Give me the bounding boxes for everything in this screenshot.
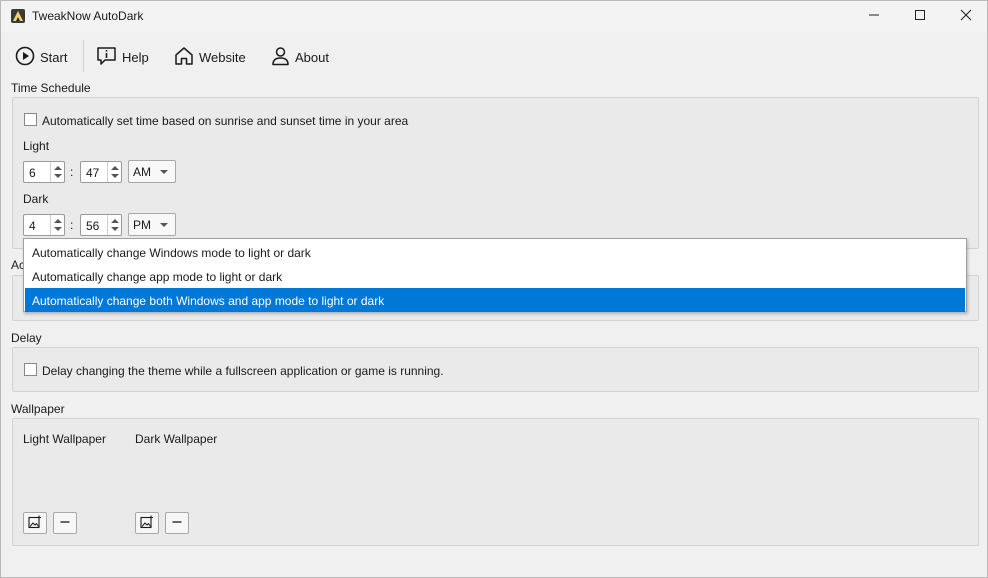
action-dropdown-list[interactable]: Automatically change Windows mode to lig…	[23, 238, 967, 312]
dark-wallpaper-label: Dark Wallpaper	[135, 432, 218, 446]
delay-heading: Delay	[11, 331, 42, 345]
light-minute-value: 47	[86, 166, 100, 180]
spin-up-icon[interactable]	[111, 166, 119, 170]
dark-minute-arrows[interactable]	[107, 215, 121, 235]
dark-hour-spinner[interactable]: 4	[23, 214, 65, 236]
help-label: Help	[122, 49, 149, 65]
dark-hour-value: 4	[29, 219, 36, 233]
spin-down-icon[interactable]	[111, 174, 119, 178]
minus-icon	[59, 516, 71, 531]
dark-label: Dark	[23, 192, 49, 206]
title-bar[interactable]: TweakNow AutoDark	[1, 1, 987, 32]
spin-up-icon[interactable]	[111, 219, 119, 223]
spin-up-icon[interactable]	[54, 219, 62, 223]
help-button[interactable]: Help	[96, 40, 149, 74]
light-hour-value: 6	[29, 166, 36, 180]
dropdown-option[interactable]: Automatically change Windows mode to lig…	[25, 240, 965, 264]
delay-checkbox[interactable]	[24, 363, 37, 376]
light-minute-spinner[interactable]: 47	[80, 161, 122, 183]
chevron-down-icon	[160, 170, 168, 174]
close-icon	[960, 9, 972, 24]
light-hour-arrows[interactable]	[50, 162, 64, 182]
light-ampm-select[interactable]: AM	[128, 160, 176, 183]
website-button[interactable]: Website	[174, 40, 246, 74]
remove-light-wallpaper-button[interactable]	[53, 512, 77, 534]
remove-dark-wallpaper-button[interactable]	[165, 512, 189, 534]
close-button[interactable]	[943, 1, 988, 32]
dark-minute-value: 56	[86, 219, 100, 233]
spin-up-icon[interactable]	[54, 166, 62, 170]
start-button[interactable]: Start	[15, 40, 67, 74]
dark-ampm-value: PM	[133, 218, 151, 232]
spin-down-icon[interactable]	[111, 227, 119, 231]
person-icon	[271, 46, 295, 69]
about-button[interactable]: About	[271, 40, 329, 74]
app-window: TweakNow AutoDark Start Help Website Abo…	[0, 0, 988, 578]
light-ampm-value: AM	[133, 165, 151, 179]
website-label: Website	[199, 49, 246, 65]
add-image-icon	[140, 515, 154, 532]
dark-hour-arrows[interactable]	[50, 215, 64, 235]
light-wallpaper-label: Light Wallpaper	[23, 432, 106, 446]
spin-down-icon[interactable]	[54, 174, 62, 178]
dark-ampm-select[interactable]: PM	[128, 213, 176, 236]
dark-minute-spinner[interactable]: 56	[80, 214, 122, 236]
window-title: TweakNow AutoDark	[32, 9, 144, 23]
app-icon	[10, 8, 26, 24]
minimize-icon	[868, 9, 880, 24]
minimize-button[interactable]	[851, 1, 897, 32]
dropdown-option-selected[interactable]: Automatically change both Windows and ap…	[25, 288, 965, 312]
start-label: Start	[40, 49, 68, 65]
dropdown-option[interactable]: Automatically change app mode to light o…	[25, 264, 965, 288]
home-icon	[174, 46, 199, 69]
play-icon	[15, 46, 40, 69]
info-icon	[96, 46, 122, 69]
add-dark-wallpaper-button[interactable]	[135, 512, 159, 534]
spin-down-icon[interactable]	[54, 227, 62, 231]
wallpaper-heading: Wallpaper	[11, 402, 65, 416]
add-image-icon	[28, 515, 42, 532]
toolbar-separator	[83, 40, 84, 72]
light-label: Light	[23, 139, 50, 153]
delay-label: Delay changing the theme while a fullscr…	[42, 364, 444, 378]
light-minute-arrows[interactable]	[107, 162, 121, 182]
time-schedule-heading: Time Schedule	[11, 81, 91, 95]
maximize-icon	[914, 9, 926, 24]
light-hour-spinner[interactable]: 6	[23, 161, 65, 183]
minus-icon	[171, 516, 183, 531]
chevron-down-icon	[160, 223, 168, 227]
auto-sunrise-label: Automatically set time based on sunrise …	[42, 114, 409, 128]
time-colon: :	[70, 165, 74, 179]
about-label: About	[295, 49, 329, 65]
time-colon: :	[70, 218, 74, 232]
add-light-wallpaper-button[interactable]	[23, 512, 47, 534]
toolbar: Start Help Website About	[1, 36, 987, 78]
auto-sunrise-checkbox[interactable]	[24, 113, 37, 126]
maximize-button[interactable]	[897, 1, 943, 32]
